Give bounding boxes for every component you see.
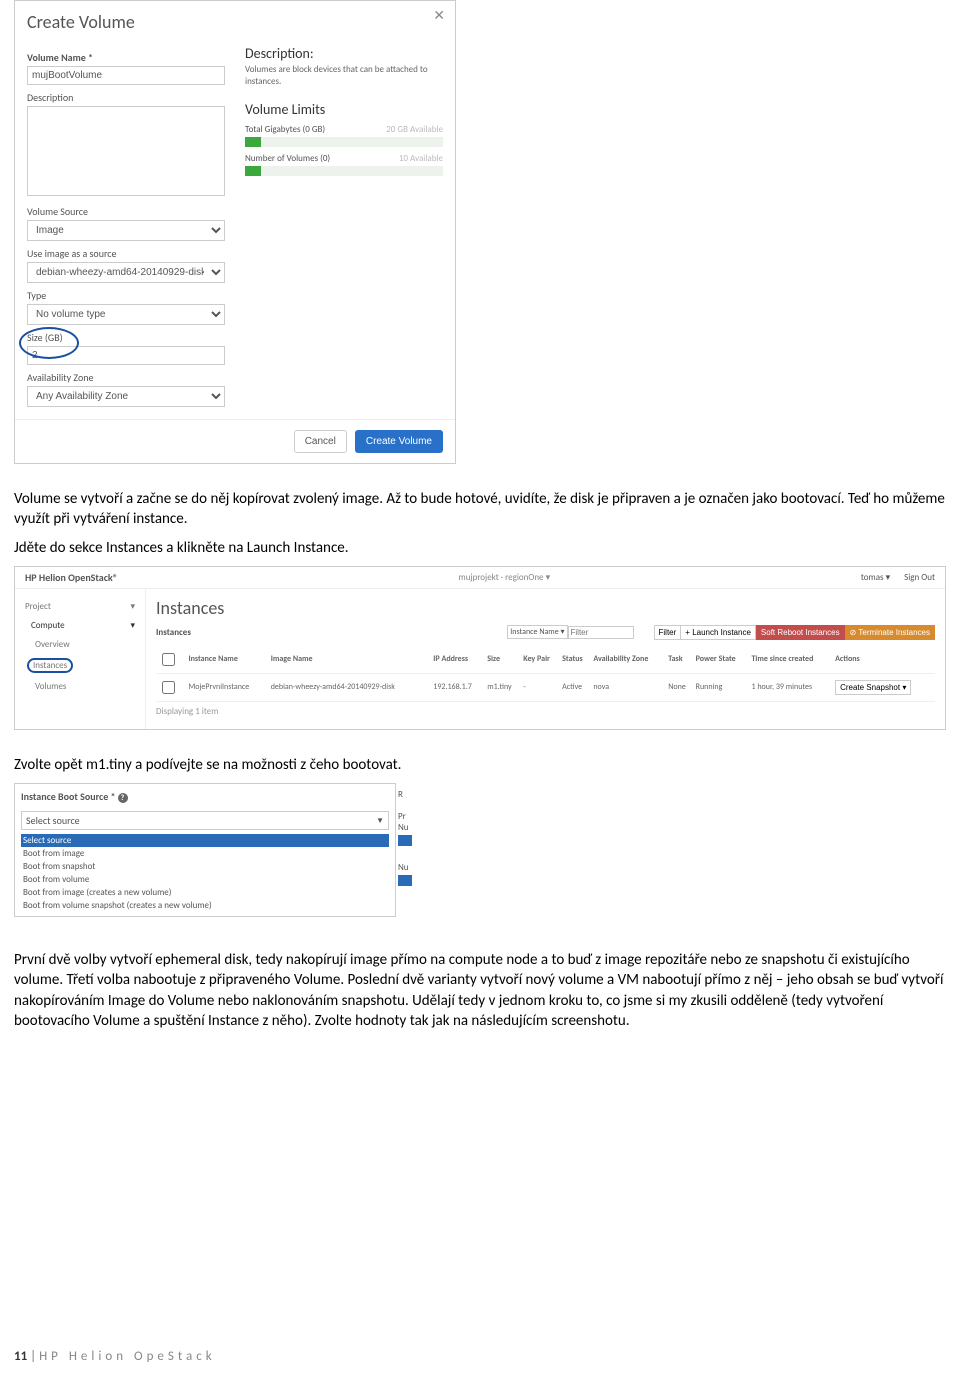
use-image-label: Use image as a source bbox=[27, 247, 225, 260]
az-select[interactable]: Any Availability Zone bbox=[27, 386, 225, 407]
boot-source-options: Select source Boot from image Boot from … bbox=[21, 834, 389, 912]
create-volume-button[interactable]: Create Volume bbox=[355, 430, 443, 453]
paragraph-1: Volume se vytvoří a začne se do něj kopí… bbox=[14, 489, 946, 530]
soft-reboot-button[interactable]: Soft Reboot Instances bbox=[756, 625, 845, 640]
page-footer: 11 | HP Helion OpeStack bbox=[14, 1349, 216, 1364]
option-boot-from-volume[interactable]: Boot from volume bbox=[21, 873, 389, 886]
volume-source-select[interactable]: Image bbox=[27, 220, 225, 241]
num-volumes-bar bbox=[245, 166, 443, 176]
size-highlight-circle bbox=[19, 327, 79, 359]
sidebar-overview[interactable]: Overview bbox=[25, 635, 135, 654]
sidebar-instances[interactable]: Instances bbox=[25, 654, 135, 677]
project-breadcrumb[interactable]: mujprojekt · regionOne ▾ bbox=[459, 572, 551, 583]
table-header-row: Instance NameImage NameIP Address SizeKe… bbox=[156, 646, 935, 674]
volume-source-label: Volume Source bbox=[27, 205, 225, 218]
option-select-source[interactable]: Select source bbox=[21, 834, 389, 847]
help-icon[interactable]: ? bbox=[118, 793, 128, 803]
total-gb-bar bbox=[245, 137, 443, 147]
paragraph-3: Zvolte opět m1.tiny a podívejte se na mo… bbox=[14, 755, 946, 775]
limits-heading: Volume Limits bbox=[245, 101, 443, 118]
description-textarea[interactable] bbox=[27, 106, 225, 196]
paragraph-4: První dvě volby vytvoří ephemeral disk, … bbox=[14, 950, 946, 1031]
boot-source-select[interactable]: Select source▼ bbox=[21, 811, 389, 830]
option-boot-from-volume-snapshot[interactable]: Boot from volume snapshot (creates a new… bbox=[21, 899, 389, 912]
boot-source-label: Instance Boot Source * bbox=[21, 790, 116, 803]
description-label: Description bbox=[27, 91, 225, 104]
num-volumes-label: Number of Volumes (0) bbox=[245, 153, 330, 164]
filter-field-select[interactable]: Instance Name ▾ bbox=[507, 625, 567, 639]
row-checkbox[interactable] bbox=[162, 681, 175, 694]
displaying-count: Displaying 1 item bbox=[156, 702, 935, 721]
clipped-right-column: R Pr Nu Nu bbox=[398, 783, 412, 942]
paragraph-2: Jděte do sekce Instances a klikněte na L… bbox=[14, 538, 946, 558]
num-volumes-available: 10 Available bbox=[399, 153, 443, 164]
sidebar-project[interactable]: Project▾ bbox=[25, 597, 135, 616]
volume-name-input[interactable] bbox=[27, 66, 225, 85]
instances-table: Instance NameImage NameIP Address SizeKe… bbox=[156, 646, 935, 702]
instances-screenshot: HP Helion OpenStack® mujprojekt · region… bbox=[14, 566, 946, 730]
use-image-select[interactable]: debian-wheezy-amd64-20140929-disk (211.2… bbox=[27, 262, 225, 283]
section-subtitle: Instances bbox=[156, 627, 191, 638]
brand-label: HP Helion OpenStack® bbox=[25, 571, 118, 584]
create-volume-dialog: ✕ Create Volume Volume Name * Descriptio… bbox=[14, 0, 456, 464]
option-boot-from-snapshot[interactable]: Boot from snapshot bbox=[21, 860, 389, 873]
total-gb-label: Total Gigabytes (0 GB) bbox=[245, 124, 325, 135]
terminate-button[interactable]: ⊘ Terminate Instances bbox=[845, 625, 935, 640]
chevron-down-icon: ▼ bbox=[376, 816, 384, 826]
sidebar-volumes[interactable]: Volumes bbox=[25, 677, 135, 696]
dialog-title: Create Volume bbox=[27, 11, 443, 33]
page-title: Instances bbox=[156, 597, 935, 619]
instance-name-link[interactable]: MojePrvniInstance bbox=[186, 673, 268, 701]
launch-instance-button[interactable]: + Launch Instance bbox=[681, 625, 756, 640]
option-boot-from-image[interactable]: Boot from image bbox=[21, 847, 389, 860]
option-boot-from-image-new-volume[interactable]: Boot from image (creates a new volume) bbox=[21, 886, 389, 899]
table-row: MojePrvniInstance debian-wheezy-amd64-20… bbox=[156, 673, 935, 701]
az-label: Availability Zone bbox=[27, 371, 225, 384]
filter-input[interactable] bbox=[568, 626, 634, 639]
filter-button[interactable]: Filter bbox=[654, 625, 682, 640]
cancel-button[interactable]: Cancel bbox=[294, 430, 347, 453]
create-snapshot-button[interactable]: Create Snapshot ▾ bbox=[835, 680, 911, 695]
user-menu[interactable]: tomas ▾ bbox=[861, 572, 890, 583]
boot-source-dropdown: Instance Boot Source *? Select source▼ S… bbox=[14, 783, 396, 917]
description-text: Volumes are block devices that can be at… bbox=[245, 64, 443, 87]
close-icon[interactable]: ✕ bbox=[433, 7, 445, 24]
sidebar-compute[interactable]: Compute▾ bbox=[25, 616, 135, 635]
select-all-checkbox[interactable] bbox=[162, 653, 175, 666]
signout-link[interactable]: Sign Out bbox=[904, 572, 935, 583]
volume-name-label: Volume Name * bbox=[27, 51, 225, 64]
type-select[interactable]: No volume type bbox=[27, 304, 225, 325]
type-label: Type bbox=[27, 289, 225, 302]
total-gb-available: 20 GB Available bbox=[386, 124, 443, 135]
description-heading: Description: bbox=[245, 45, 443, 62]
